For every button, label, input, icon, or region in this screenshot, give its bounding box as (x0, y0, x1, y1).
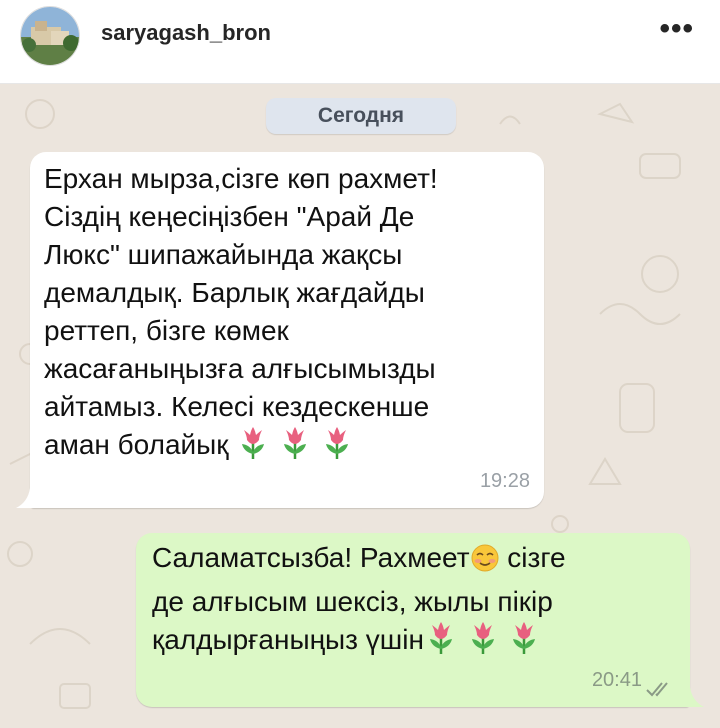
avatar[interactable] (20, 6, 80, 66)
tulip-emoji-icon (236, 426, 270, 470)
username[interactable]: saryagash_bron (101, 20, 271, 46)
message-body-part1: Саламатсызба! Рахмеет (152, 542, 470, 573)
profile-header: saryagash_bron ••• (0, 0, 720, 84)
outgoing-message-bubble[interactable]: Саламатсызба! Рахмеет сізге де алғысым ш… (136, 533, 704, 707)
tulip-emoji-icon (507, 621, 541, 665)
message-body: Ерхан мырза,сізге көп рахмет! Сіздің кең… (44, 163, 438, 460)
tulip-emoji-icon (320, 426, 354, 470)
smiling-face-emoji-icon (470, 543, 500, 583)
chat-area: Сегодня Ерхан мырза,сізге көп рахмет! Сі… (0, 84, 720, 728)
tulip-emoji-icon (424, 621, 458, 665)
message-text: Саламатсызба! Рахмеет сізге де алғысым ш… (152, 539, 682, 665)
read-double-check-icon (646, 682, 668, 697)
tulip-emoji-icon (466, 621, 500, 665)
bubble-tail-icon (16, 488, 36, 508)
avatar-image (21, 7, 79, 65)
message-timestamp: 20:41 (591, 669, 642, 691)
more-options-icon[interactable]: ••• (659, 14, 694, 44)
tulip-emoji-icon (278, 426, 312, 470)
date-separator: Сегодня (266, 98, 456, 134)
bubble-tail-icon (684, 687, 704, 707)
message-text: Ерхан мырза,сізге көп рахмет! Сіздің кең… (44, 160, 534, 470)
message-timestamp: 19:28 (479, 470, 530, 492)
incoming-message-bubble[interactable]: Ерхан мырза,сізге көп рахмет! Сіздің кең… (16, 152, 544, 508)
